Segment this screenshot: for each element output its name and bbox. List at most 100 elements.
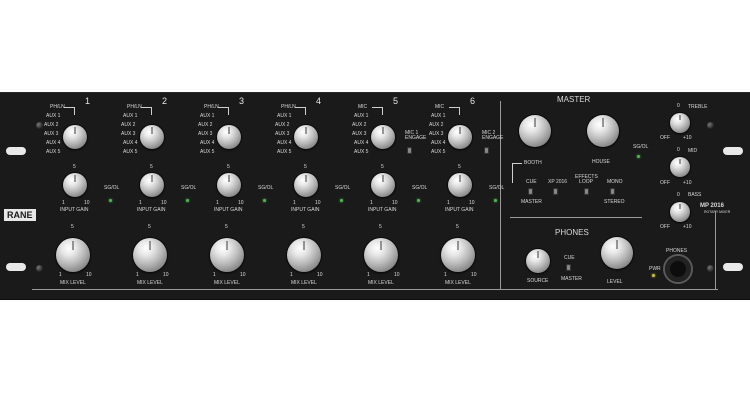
- source-option-label: AUX 2: [429, 122, 444, 128]
- input-gain-knob[interactable]: [448, 173, 472, 197]
- input-gain-knob[interactable]: [63, 173, 87, 197]
- input-gain-knob[interactable]: [371, 173, 395, 197]
- phones-divider: [510, 217, 642, 218]
- sgol-label: SG/OL: [489, 185, 505, 191]
- mono-stereo-toggle[interactable]: [610, 188, 615, 195]
- bass-zero: 0: [677, 192, 680, 198]
- mix-level-knob[interactable]: [133, 238, 167, 272]
- rack-hole-left-top: [6, 147, 26, 155]
- treble-knob[interactable]: [670, 113, 690, 133]
- source-option-label: AUX 5: [277, 149, 292, 155]
- input-gain-knob[interactable]: [217, 173, 241, 197]
- channel-number: 6: [470, 96, 476, 106]
- gain-scale-label: 5: [458, 164, 461, 170]
- cue-master-toggle[interactable]: [528, 188, 533, 195]
- source-option-label: AUX 2: [121, 122, 136, 128]
- input-gain-label: INPUT GAIN: [291, 207, 320, 213]
- phones-source-label: SOURCE: [527, 278, 549, 284]
- source-option-label: AUX 2: [44, 122, 59, 128]
- phones-cue-master-toggle[interactable]: [566, 264, 571, 271]
- source-option-label: PH/LN: [281, 104, 296, 110]
- headphone-jack[interactable]: [665, 256, 691, 282]
- mix-scale-label: 5: [148, 224, 151, 230]
- right-edge-line: [715, 211, 716, 289]
- source-option-label: AUX 2: [198, 122, 213, 128]
- sgol-label: SG/OL: [335, 185, 351, 191]
- effects-loop-toggle[interactable]: [584, 188, 589, 195]
- model-name: MP 2016: [700, 203, 724, 209]
- sgol-led: [186, 199, 189, 202]
- rack-hole-right-top: [723, 147, 743, 155]
- mix-level-knob[interactable]: [210, 238, 244, 272]
- mix-scale-label: 5: [379, 224, 382, 230]
- treble-off: OFF: [660, 135, 670, 141]
- phones-source-knob[interactable]: [526, 249, 550, 273]
- source-option-label: AUX 1: [46, 113, 61, 119]
- source-select-knob[interactable]: [217, 125, 241, 149]
- house-knob[interactable]: [587, 115, 619, 147]
- mix-scale-label: 10: [394, 272, 400, 278]
- mix-scale-label: 5: [302, 224, 305, 230]
- mix-scale-label: 1: [367, 272, 370, 278]
- mono-label: MONO: [607, 179, 623, 185]
- input-gain-knob[interactable]: [294, 173, 318, 197]
- rack-hole-right-bottom: [723, 263, 743, 271]
- source-option-label: AUX 3: [44, 131, 59, 137]
- mix-scale-label: 5: [225, 224, 228, 230]
- mic-engage-label: MIC 1 ENGAGE: [405, 130, 427, 141]
- source-bracket: [372, 107, 382, 108]
- source-select-knob[interactable]: [294, 125, 318, 149]
- phones-jack-label: PHONES: [666, 248, 688, 254]
- xp2016-toggle[interactable]: [553, 188, 558, 195]
- mix-level-label: MIX LEVEL: [60, 280, 86, 286]
- brand-logo: RANE: [4, 209, 36, 221]
- gain-scale-label: 5: [227, 164, 230, 170]
- mix-scale-label: 1: [213, 272, 216, 278]
- sgol-label: SG/OL: [258, 185, 274, 191]
- input-gain-knob[interactable]: [140, 173, 164, 197]
- master-title: MASTER: [557, 95, 591, 104]
- mic-engage-label: MIC 2 ENGAGE: [482, 130, 504, 141]
- mix-level-label: MIX LEVEL: [214, 280, 240, 286]
- source-option-label: AUX 1: [123, 113, 138, 119]
- bass-knob[interactable]: [670, 202, 690, 222]
- gain-scale-label: 1: [216, 200, 219, 206]
- source-select-knob[interactable]: [140, 125, 164, 149]
- screw-icon: [707, 265, 714, 272]
- mix-level-label: MIX LEVEL: [445, 280, 471, 286]
- gain-scale-label: 10: [161, 200, 167, 206]
- source-bracket: [449, 107, 459, 108]
- mic-engage-toggle[interactable]: [407, 147, 412, 154]
- phones-level-knob[interactable]: [601, 237, 633, 269]
- master-section-divider: [500, 101, 501, 289]
- sgol-label: SG/OL: [181, 185, 197, 191]
- sgol-led: [340, 199, 343, 202]
- source-select-knob[interactable]: [371, 125, 395, 149]
- source-option-label: AUX 5: [354, 149, 369, 155]
- source-option-label: PH/LN: [50, 104, 65, 110]
- mic-engage-toggle[interactable]: [484, 147, 489, 154]
- booth-knob[interactable]: [519, 115, 551, 147]
- input-gain-label: INPUT GAIN: [60, 207, 89, 213]
- mix-level-knob[interactable]: [56, 238, 90, 272]
- source-option-label: AUX 1: [354, 113, 369, 119]
- input-gain-label: INPUT GAIN: [137, 207, 166, 213]
- source-bracket-v: [228, 107, 229, 115]
- power-label: PWR: [649, 266, 661, 272]
- gain-scale-label: 1: [293, 200, 296, 206]
- mid-knob[interactable]: [670, 157, 690, 177]
- mix-level-knob[interactable]: [441, 238, 475, 272]
- screw-icon: [36, 265, 43, 272]
- mix-level-knob[interactable]: [287, 238, 321, 272]
- source-option-label: AUX 5: [46, 149, 61, 155]
- mix-scale-label: 10: [240, 272, 246, 278]
- mix-level-knob[interactable]: [364, 238, 398, 272]
- channel-number: 5: [393, 96, 399, 106]
- mix-scale-label: 10: [86, 272, 92, 278]
- source-option-label: AUX 5: [200, 149, 215, 155]
- source-bracket-v: [151, 107, 152, 115]
- channel-number: 4: [316, 96, 322, 106]
- treble-label: TREBLE: [688, 104, 708, 110]
- source-select-knob[interactable]: [448, 125, 472, 149]
- source-select-knob[interactable]: [63, 125, 87, 149]
